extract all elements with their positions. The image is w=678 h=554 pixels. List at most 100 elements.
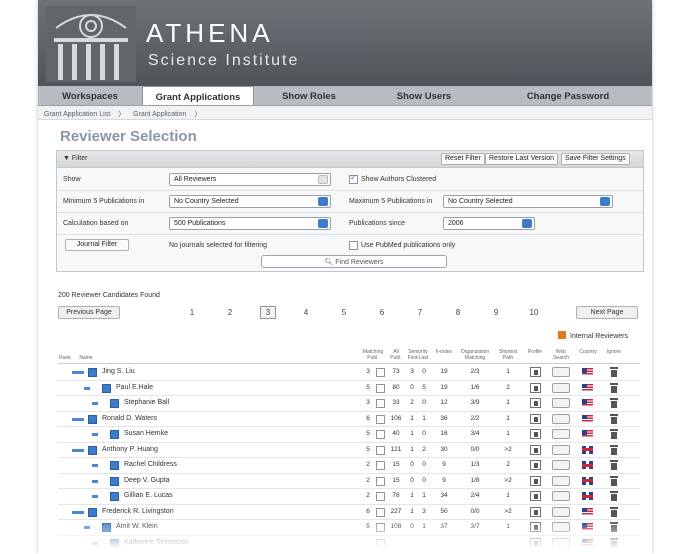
reviewer-name[interactable]: Gillian E. Lucas xyxy=(124,492,173,499)
web-search-icon[interactable] xyxy=(552,367,570,377)
expand-toggle-icon[interactable] xyxy=(88,507,97,517)
filter-header[interactable]: ▼ Filter Reset Filter Restore Last Versi… xyxy=(57,151,643,168)
tab-workspaces[interactable]: Workspaces xyxy=(38,86,142,105)
pubmed-only-checkbox[interactable] xyxy=(349,241,358,250)
tab-change-password[interactable]: Change Password xyxy=(484,86,652,105)
reviewer-name[interactable]: Deep V. Gupta xyxy=(124,477,170,484)
reviewer-name[interactable]: Rachel Childress xyxy=(124,461,177,468)
expand-toggle-icon[interactable] xyxy=(102,383,111,393)
profile-icon[interactable] xyxy=(530,429,541,439)
calculation-select[interactable]: 500 Publications xyxy=(169,217,331,230)
ignore-trash-icon[interactable] xyxy=(610,429,618,439)
col-all[interactable]: All Publ. xyxy=(388,349,404,361)
profile-icon[interactable] xyxy=(530,398,541,408)
col-hindex[interactable]: h-index xyxy=(432,349,456,355)
show-select[interactable]: All Reviewers xyxy=(169,173,331,186)
reviewer-name[interactable]: Jing S. Liu xyxy=(102,368,135,375)
table-row[interactable]: Stephanie Ball 3 33 2 0 12 3/9 1 xyxy=(58,396,640,412)
page-10[interactable]: 10 xyxy=(526,308,542,317)
table-row[interactable]: Paul E.Hale 5 80 0 5 19 1/6 2 xyxy=(58,381,640,396)
reviewer-name[interactable]: Frederick R. Livingston xyxy=(102,508,174,515)
page-8[interactable]: 8 xyxy=(450,308,466,317)
col-organization[interactable]: Organization Matching xyxy=(458,349,492,361)
profile-icon[interactable] xyxy=(530,491,541,501)
reviewer-name[interactable]: Paul E.Hale xyxy=(116,384,153,391)
expand-toggle-icon[interactable] xyxy=(110,430,119,439)
matching-detail-icon[interactable] xyxy=(376,399,385,408)
ignore-trash-icon[interactable] xyxy=(610,398,618,408)
filter-toggle[interactable]: ▼ Filter xyxy=(63,155,87,162)
expand-toggle-icon[interactable] xyxy=(88,368,97,377)
page-3-current[interactable]: 3 xyxy=(260,306,276,319)
journal-filter-button[interactable]: Journal Filter xyxy=(65,239,129,251)
col-country[interactable]: Country xyxy=(576,349,600,355)
reviewer-name[interactable]: Anthony P. Huang xyxy=(102,446,158,453)
col-ignore[interactable]: Ignore xyxy=(602,349,626,355)
web-search-icon[interactable] xyxy=(552,491,570,501)
ignore-trash-icon[interactable] xyxy=(610,382,618,393)
publications-since-select[interactable]: 2006 xyxy=(443,217,535,230)
matching-detail-icon[interactable] xyxy=(376,492,385,501)
expand-toggle-icon[interactable] xyxy=(88,414,97,424)
page-7[interactable]: 7 xyxy=(412,308,428,317)
reviewer-name[interactable]: Ronald D. Waters xyxy=(102,415,157,422)
web-search-icon[interactable] xyxy=(552,506,570,517)
matching-detail-icon[interactable] xyxy=(376,414,385,424)
reviewer-name[interactable]: Susan Hemke xyxy=(124,430,168,437)
table-row[interactable]: Anthony P. Huang 5 121 1 2 30 0/0 >2 xyxy=(58,443,640,458)
table-row[interactable]: Ronald D. Waters 6 106 1 1 36 2/2 1 xyxy=(58,412,640,427)
ignore-trash-icon[interactable] xyxy=(610,506,618,517)
page-4[interactable]: 4 xyxy=(298,308,314,317)
ignore-trash-icon[interactable] xyxy=(610,460,618,470)
show-authors-clustered-checkbox[interactable] xyxy=(349,173,358,184)
table-row[interactable]: Deep V. Gupta 2 15 0 0 9 1/8 >2 xyxy=(58,474,640,489)
col-matching[interactable]: Matching Publ. xyxy=(360,349,386,361)
web-search-icon[interactable] xyxy=(552,429,570,439)
profile-icon[interactable] xyxy=(530,367,541,377)
profile-icon[interactable] xyxy=(530,444,541,455)
save-filter-settings-button[interactable]: Save Filter Settings xyxy=(561,153,630,165)
find-reviewers-button[interactable]: 🔍︎ Find Reviewers xyxy=(261,255,447,268)
reviewer-name[interactable]: Stephanie Ball xyxy=(124,399,169,406)
table-row[interactable]: Gillian E. Lucas 2 78 1 1 34 2/4 1 xyxy=(58,489,640,505)
table-row[interactable]: Rachel Childress 2 15 0 0 9 1/3 2 xyxy=(58,458,640,474)
col-profile[interactable]: Profile xyxy=(524,349,546,355)
matching-detail-icon[interactable] xyxy=(376,476,385,486)
expand-toggle-icon[interactable] xyxy=(110,399,119,408)
col-shortest-path[interactable]: Shortest Path xyxy=(494,349,522,361)
tab-show-roles[interactable]: Show Roles xyxy=(254,86,364,105)
page-1[interactable]: 1 xyxy=(184,308,200,317)
web-search-icon[interactable] xyxy=(552,475,570,486)
matching-detail-icon[interactable] xyxy=(376,368,385,377)
page-6[interactable]: 6 xyxy=(374,308,390,317)
matching-detail-icon[interactable] xyxy=(376,461,385,470)
breadcrumb-grant-application-list[interactable]: Grant Application List xyxy=(44,111,110,118)
tab-grant-applications[interactable]: Grant Applications xyxy=(142,86,254,105)
web-search-icon[interactable] xyxy=(552,460,570,470)
table-row[interactable]: Jing S. Liu 3 73 3 0 19 2/3 1 xyxy=(58,365,640,381)
previous-page-button[interactable]: Previous Page xyxy=(58,306,120,319)
ignore-trash-icon[interactable] xyxy=(610,444,618,455)
expand-toggle-icon[interactable] xyxy=(110,476,119,486)
web-search-icon[interactable] xyxy=(552,398,570,408)
page-5[interactable]: 5 xyxy=(336,308,352,317)
page-2[interactable]: 2 xyxy=(222,308,238,317)
col-name[interactable]: Name xyxy=(76,355,96,361)
col-rank[interactable]: Rank xyxy=(58,355,72,361)
ignore-trash-icon[interactable] xyxy=(610,413,618,424)
ignore-trash-icon[interactable] xyxy=(610,367,618,377)
next-page-button[interactable]: Next Page xyxy=(576,306,638,319)
expand-toggle-icon[interactable] xyxy=(110,461,119,470)
matching-detail-icon[interactable] xyxy=(376,507,385,517)
table-row[interactable]: Susan Hemke 5 40 1 0 16 3/4 1 xyxy=(58,427,640,443)
tab-show-users[interactable]: Show Users xyxy=(364,86,484,105)
web-search-icon[interactable] xyxy=(552,444,570,455)
matching-detail-icon[interactable] xyxy=(376,430,385,439)
ignore-trash-icon[interactable] xyxy=(610,475,618,486)
expand-toggle-icon[interactable] xyxy=(88,445,97,455)
max-country-select[interactable]: No Country Selected xyxy=(443,195,613,208)
ignore-trash-icon[interactable] xyxy=(610,491,618,501)
restore-last-version-button[interactable]: Restore Last Version xyxy=(485,153,558,165)
page-9[interactable]: 9 xyxy=(488,308,504,317)
matching-detail-icon[interactable] xyxy=(376,383,385,393)
